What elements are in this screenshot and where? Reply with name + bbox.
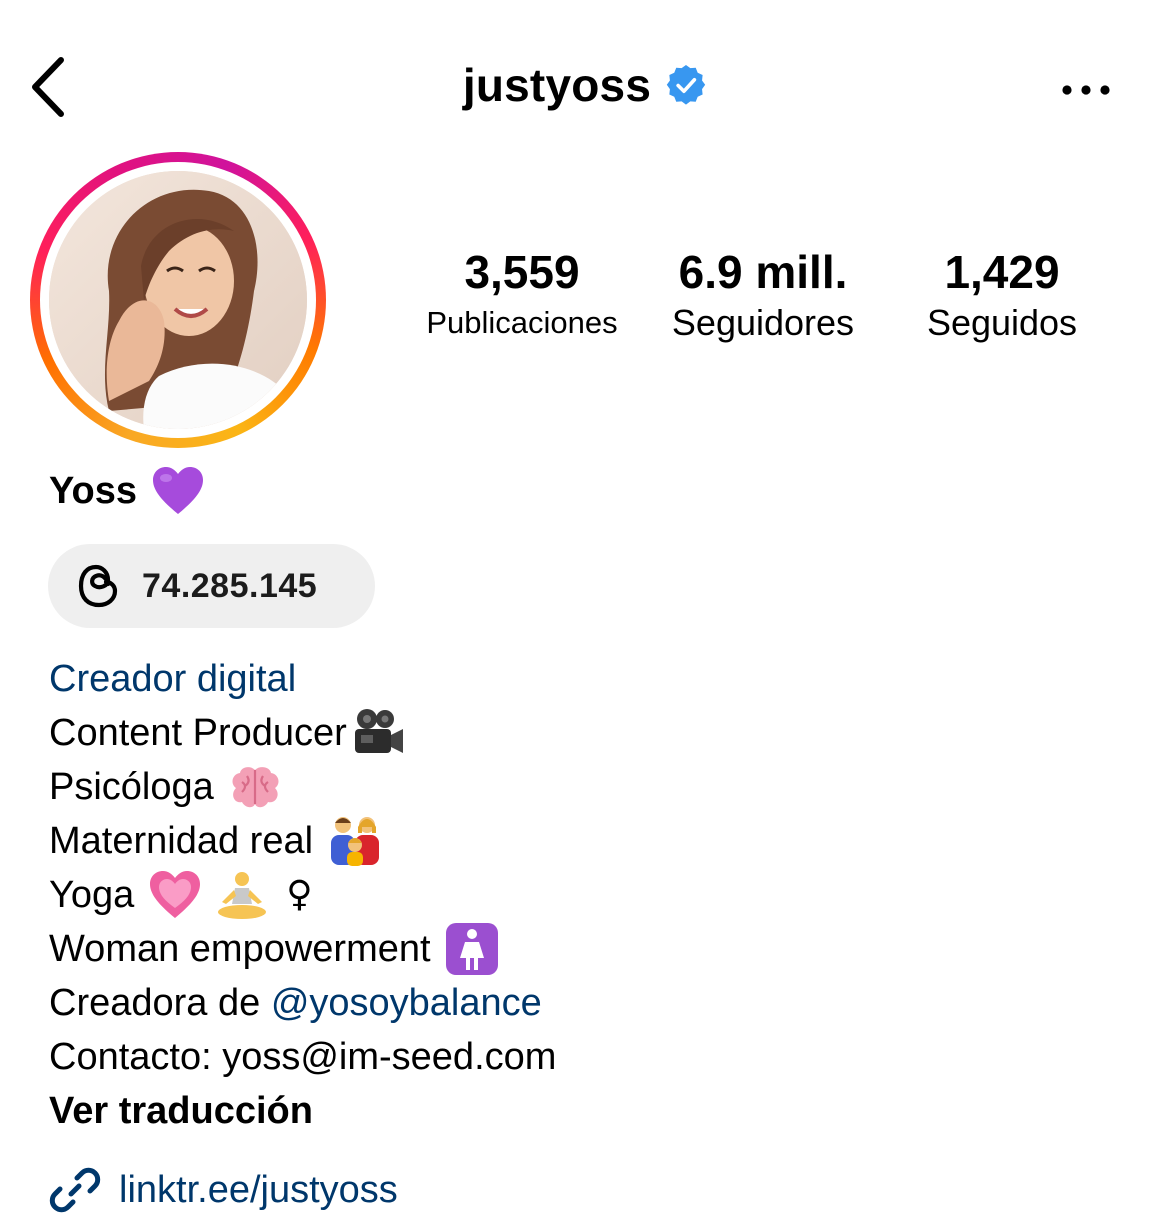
creator-prefix: Creadora de: [49, 982, 271, 1024]
display-name-row: Yoss: [49, 466, 205, 516]
story-ring[interactable]: [30, 152, 326, 448]
bio-line-creadora: Creadora de @yosoybalance: [49, 976, 1129, 1030]
threads-count: 74.285.145: [142, 566, 318, 605]
profile-photo: [49, 171, 307, 429]
bio-line-contact: Contacto: yoss@im-seed.com: [49, 1036, 557, 1078]
bio-text: Content Producer: [49, 712, 347, 754]
profile-header: justyoss: [0, 0, 1170, 170]
avatar-frame: [40, 162, 316, 438]
bio-line-content-producer: Content Producer: [49, 706, 1129, 760]
following-stat[interactable]: 1,429 Seguidos: [904, 244, 1100, 346]
womens-symbol-icon: [445, 923, 498, 975]
avatar[interactable]: [49, 171, 307, 429]
bio-line-psicologa: Psicóloga: [49, 760, 1129, 814]
bio-text: Psicóloga: [49, 766, 214, 808]
brain-icon: [232, 767, 279, 808]
posts-count: 3,559: [464, 246, 580, 298]
bio-line-woman-empowerment: Woman empowerment: [49, 922, 1129, 976]
bio-text: Yoga: [49, 874, 135, 916]
more-horizontal-icon: [1062, 85, 1110, 95]
mention-link[interactable]: @yosoybalance: [271, 976, 542, 1030]
more-options-button[interactable]: [1055, 70, 1117, 110]
bio: Creador digital Content Producer Psicólo…: [49, 652, 1129, 1138]
followers-stat[interactable]: 6.9 mill. Seguidores: [652, 244, 874, 346]
link-icon: [49, 1167, 101, 1213]
person-in-lotus-icon: [218, 872, 267, 919]
following-count: 1,429: [944, 246, 1060, 298]
external-link[interactable]: linktr.ee/justyoss: [49, 1164, 398, 1216]
bio-text: Maternidad real: [49, 820, 314, 862]
threads-icon: [78, 564, 118, 608]
followers-label: Seguidores: [671, 302, 855, 343]
verified-badge-icon: [666, 64, 706, 105]
link-url: linktr.ee/justyoss: [119, 1168, 398, 1211]
bio-text: Woman empowerment: [49, 928, 431, 970]
growing-heart-icon: [150, 871, 201, 918]
following-label: Seguidos: [926, 302, 1078, 343]
bio-line-maternidad: Maternidad real: [49, 814, 1129, 868]
posts-label: Publicaciones: [426, 305, 618, 340]
family-icon: [331, 817, 380, 866]
see-translation-button[interactable]: Ver traducción: [49, 1084, 1129, 1138]
username-title: justyoss: [462, 59, 652, 111]
movie-camera-icon: [354, 709, 403, 753]
display-name: Yoss: [49, 469, 138, 512]
posts-stat[interactable]: 3,559 Publicaciones: [412, 244, 632, 346]
profile-stats: 3,559 Publicaciones 6.9 mill. Seguidores…: [400, 244, 1120, 354]
title-row: justyoss: [0, 58, 1170, 112]
category-label: Creador digital: [49, 658, 297, 700]
threads-badge[interactable]: 74.285.145: [48, 544, 375, 628]
followers-count: 6.9 mill.: [678, 246, 848, 298]
purple-heart-icon: [153, 467, 204, 514]
bio-line-yoga: Yoga ♀: [49, 868, 1129, 922]
female-sign-icon: ♀: [286, 874, 313, 915]
